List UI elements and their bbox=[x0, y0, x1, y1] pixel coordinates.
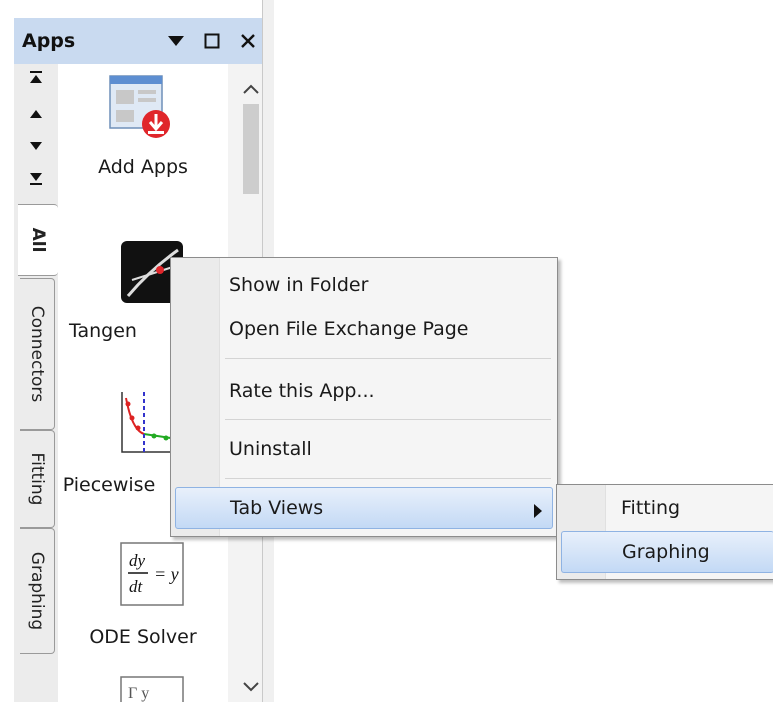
menu-item-open-file-exchange[interactable]: Open File Exchange Page bbox=[175, 310, 553, 348]
menu-item-label: Rate this App... bbox=[229, 380, 375, 402]
submenu-item-label: Graphing bbox=[622, 541, 710, 563]
svg-text:= y: = y bbox=[154, 564, 179, 584]
svg-text:dt: dt bbox=[129, 577, 144, 596]
menu-item-label: Uninstall bbox=[229, 438, 312, 460]
tab-all-label: All bbox=[28, 227, 48, 253]
tab-connectors[interactable]: Connectors bbox=[20, 278, 55, 430]
menu-separator bbox=[225, 419, 551, 420]
submenu-arrow-icon bbox=[534, 501, 542, 523]
submenu-item-graphing[interactable]: Graphing bbox=[561, 531, 773, 573]
app-item-add-apps[interactable]: Add Apps bbox=[58, 74, 228, 194]
app-label: ODE Solver bbox=[89, 626, 197, 648]
svg-text:Γ y: Γ y bbox=[128, 685, 149, 702]
maximize-icon[interactable] bbox=[200, 28, 224, 54]
app-icon-partial: Γ y bbox=[120, 676, 184, 702]
menu-item-label: Show in Folder bbox=[229, 274, 369, 296]
scroll-last-icon[interactable] bbox=[26, 168, 46, 188]
menu-item-label: Open File Exchange Page bbox=[229, 318, 469, 340]
triangle-down-icon[interactable] bbox=[164, 28, 188, 54]
app-item-partial[interactable]: Γ y bbox=[58, 676, 228, 702]
scroll-up-icon[interactable] bbox=[26, 104, 46, 124]
panel-titlebar: Apps bbox=[14, 18, 272, 64]
scrollbar-thumb[interactable] bbox=[243, 104, 259, 194]
tab-graphing-label: Graphing bbox=[27, 551, 47, 631]
scroll-down-icon[interactable] bbox=[26, 136, 46, 156]
menu-item-show-in-folder[interactable]: Show in Folder bbox=[175, 266, 553, 304]
menu-item-uninstall[interactable]: Uninstall bbox=[175, 430, 553, 468]
chevron-up-icon[interactable] bbox=[242, 78, 260, 100]
tab-all[interactable]: All bbox=[18, 204, 58, 276]
chevron-down-icon[interactable] bbox=[242, 676, 260, 698]
app-item-ode-solver[interactable]: dy dt = y ODE Solver bbox=[58, 542, 228, 672]
add-apps-icon bbox=[109, 75, 170, 138]
menu-item-tab-views[interactable]: Tab Views bbox=[175, 487, 553, 529]
vertical-tab-strip: All Connectors Fitting Graphing bbox=[14, 64, 58, 702]
menu-item-rate-app[interactable]: Rate this App... bbox=[175, 372, 553, 410]
svg-text:dy: dy bbox=[129, 551, 146, 570]
close-icon[interactable] bbox=[236, 28, 260, 54]
app-label: Piecewise bbox=[62, 474, 156, 496]
ode-solver-icon: dy dt = y bbox=[120, 542, 184, 606]
menu-item-label: Tab Views bbox=[230, 497, 324, 519]
context-menu: Show in Folder Open File Exchange Page R… bbox=[170, 257, 558, 537]
app-label: Tangen bbox=[69, 320, 137, 342]
panel-title: Apps bbox=[22, 30, 76, 52]
menu-separator bbox=[225, 478, 551, 479]
submenu-item-label: Fitting bbox=[621, 497, 681, 519]
menu-separator bbox=[225, 358, 551, 359]
tab-graphing[interactable]: Graphing bbox=[20, 528, 55, 654]
submenu-item-fitting[interactable]: Fitting bbox=[561, 489, 773, 527]
app-label: Add Apps bbox=[98, 156, 188, 178]
tab-views-submenu: Fitting Graphing bbox=[556, 484, 773, 580]
scroll-first-icon[interactable] bbox=[26, 68, 46, 88]
